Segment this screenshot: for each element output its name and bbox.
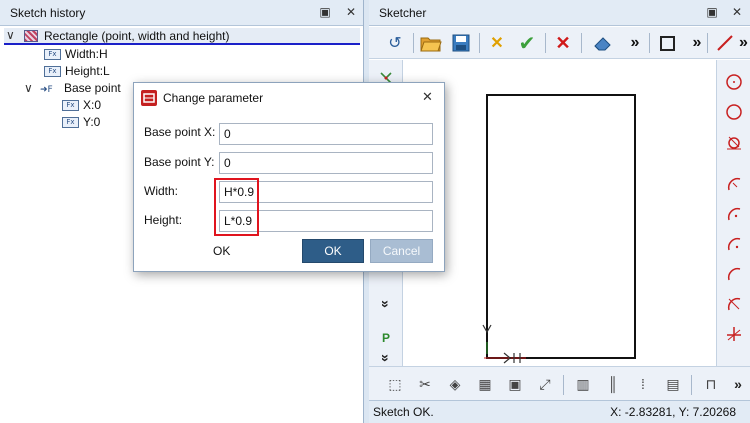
circle-center-icon[interactable] [722,70,746,94]
pin-icon[interactable]: ▣ [705,5,719,19]
formula-icon: Fx [62,100,79,112]
dialog-title: Change parameter [163,91,264,105]
ok-text: OK [213,244,231,258]
close-icon[interactable]: ✕ [344,5,358,19]
cursor-coordinates: X: -2.83281, Y: 7.20268 [610,405,736,419]
rectangle-tool-icon[interactable] [655,31,679,55]
panel-title: Sketcher [379,6,427,20]
trim-icon[interactable]: ✂ [413,372,437,396]
tree-item-label: Height:L [65,64,110,78]
arc-icon[interactable] [722,202,746,226]
tree-root-rectangle[interactable]: ∨ Rectangle (point, width and height) [4,28,360,45]
save-icon[interactable] [449,31,473,55]
arc-tangent-icon[interactable] [722,262,746,286]
circle-tangent-icon[interactable] [722,130,746,154]
line-tool-icon[interactable] [713,31,737,55]
undo-icon[interactable]: ↺ [383,31,407,55]
sketcher-right-toolbar [716,60,750,366]
array-icon[interactable]: ▣ [503,372,527,396]
hatch-icon[interactable]: ▤ [661,372,685,396]
tree-item-label: Width:H [65,47,108,61]
tree-item-label: X:0 [83,98,102,112]
base-point-x-field[interactable] [219,123,433,145]
expand-down-icon[interactable]: » [374,292,398,316]
tangent-line-icon[interactable] [722,322,746,346]
dialog-close-icon[interactable]: ✕ [422,89,433,105]
tree-item-label: Base point [64,81,121,95]
ok-button[interactable]: OK [302,239,364,263]
dimension-icon[interactable]: ▥ [571,372,595,396]
tree-item-x[interactable]: Fx X:0 [62,97,101,114]
cancel-button[interactable]: Cancel [370,239,433,263]
tree-item-base-point[interactable]: ∨ ➜F Base point [24,80,121,97]
base-point-y-label: Base point Y: [144,155,215,169]
scale-icon[interactable]: ⤢ [533,372,557,396]
base-point-x-label: Base point X: [144,125,216,139]
circle-icon[interactable] [722,100,746,124]
sketch-canvas[interactable] [404,60,716,366]
sketcher-bottom-toolbar: ⬚ ✂ ◈ ▦ ▣ ⤢ ▥ ║ ⁞ ▤ ⊓ » [369,366,750,400]
panel-title: Sketch history [10,6,86,20]
tree-item-y[interactable]: Fx Y:0 [62,114,100,131]
height-label: Height: [144,213,183,227]
arc-fillet-icon[interactable] [722,292,746,316]
tree-item-width[interactable]: Fx Width:H [44,46,108,63]
base-point-icon: ➜F [40,85,53,95]
arc-center-icon[interactable] [722,172,746,196]
tree-root-label: Rectangle (point, width and height) [44,29,230,43]
toolbar-overflow-icon[interactable]: » [685,31,709,55]
sketch-rectangle [486,94,636,359]
sketcher-header: Sketcher ▣ ✕ [369,0,750,26]
sketch-drawing [482,94,636,364]
confirm-check-icon[interactable]: ✔ [515,31,539,55]
base-point-y-field[interactable] [219,152,433,174]
change-parameter-dialog: Change parameter ✕ Base point X: Base po… [133,82,445,272]
arc-three-point-icon[interactable] [722,232,746,256]
eraser-icon[interactable] [591,31,615,55]
dialog-app-icon [141,90,157,106]
cancel-step-icon[interactable]: ✕ [485,31,509,55]
close-icon[interactable]: ✕ [730,5,744,19]
sketcher-toolbar: ↺ ✕ ✔ ✕ » » » [369,27,750,59]
formula-icon: Fx [44,66,61,78]
sketch-history-header: Sketch history ▣ ✕ [0,0,363,26]
tree-item-height[interactable]: Fx Height:L [44,63,110,80]
formula-icon: Fx [44,49,61,61]
tree-item-label: Y:0 [83,115,101,129]
toolbar-overflow-icon[interactable]: » [737,31,750,55]
rectangle-sketch-icon [24,30,38,42]
equal-icon[interactable]: ⁞ [631,372,655,396]
parallel-icon[interactable]: ║ [601,372,625,396]
delete-icon[interactable]: ✕ [551,31,575,55]
pin-icon[interactable]: ▣ [318,5,332,19]
width-label: Width: [144,184,179,198]
chevron-down-icon[interactable]: ∨ [24,80,40,97]
mirror-icon[interactable]: ◈ [443,372,467,396]
open-folder-icon[interactable] [419,31,443,55]
formula-icon: Fx [62,117,79,129]
status-bar: Sketch OK. X: -2.83281, Y: 7.20268 [369,400,750,423]
measure-icon[interactable]: ⊓ [699,372,723,396]
select-point-icon[interactable]: ⬚ [383,372,407,396]
grid-snap-icon[interactable]: ▦ [473,372,497,396]
highlight-box [214,178,259,236]
chevron-down-icon[interactable]: ∨ [6,28,15,42]
status-text: Sketch OK. [373,405,434,419]
toolbar-overflow-icon[interactable]: » [729,372,747,396]
toolbar-overflow-icon[interactable]: » [623,31,647,55]
